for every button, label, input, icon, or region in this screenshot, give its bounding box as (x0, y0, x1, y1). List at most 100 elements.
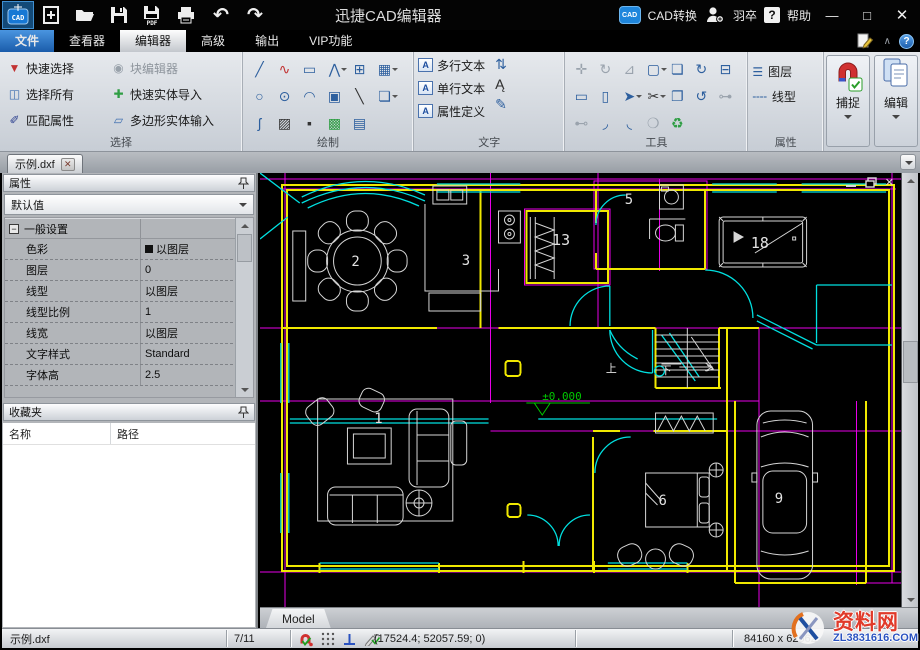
tray2-icon[interactable]: ▯ (601, 89, 609, 103)
undo-tool-icon[interactable]: ↺ (695, 89, 707, 103)
pick-icon[interactable]: ➤ (623, 89, 635, 103)
maximize-button[interactable]: □ (853, 8, 881, 23)
tab-close-icon[interactable]: ✕ (61, 158, 75, 171)
open-file-button[interactable] (68, 0, 102, 30)
cad-convert-button[interactable]: CAD转换 (648, 7, 697, 24)
edit-button[interactable]: 编辑 (874, 55, 918, 147)
match-properties-button[interactable]: ✐匹配属性 (4, 112, 108, 129)
property-row-textheight[interactable]: 字体高2.5 (5, 365, 253, 386)
ellipse-icon[interactable]: ⊙ (279, 89, 291, 103)
property-row-layer[interactable]: 图层0 (5, 260, 253, 281)
rotate-ref-icon[interactable]: ↻ (695, 62, 707, 76)
tab-vip[interactable]: VIP功能 (294, 30, 367, 52)
trim-icon[interactable]: ✂ (647, 89, 659, 103)
region-icon[interactable]: ❏ (378, 89, 391, 103)
duplicate-icon[interactable]: ❐ (671, 89, 684, 103)
help-button[interactable]: 帮助 (787, 7, 811, 24)
array-icon[interactable]: ▢ (647, 62, 660, 76)
pin-icon[interactable] (238, 406, 249, 419)
column-path[interactable]: 路径 (111, 423, 255, 444)
rotate-icon[interactable]: ↻ (599, 62, 611, 76)
user-name[interactable]: 羽卒 (733, 7, 757, 24)
canvas-scroll-down-icon[interactable] (902, 592, 919, 607)
favorites-list[interactable] (3, 445, 255, 627)
ortho-status-icon[interactable] (342, 632, 357, 646)
canvas-scroll-up-icon[interactable] (902, 173, 919, 188)
section-row[interactable]: −一般设置 (5, 218, 253, 239)
mirror-icon[interactable]: ⊿ (623, 62, 635, 76)
circle-icon[interactable]: ○ (255, 89, 263, 103)
tab-advanced[interactable]: 高级 (186, 30, 240, 52)
image-icon[interactable]: ▩ (328, 116, 341, 130)
canvas-scroll-thumb[interactable] (903, 341, 918, 383)
dim2-icon[interactable]: ⊷ (574, 116, 588, 130)
select-all-button[interactable]: ◫选择所有 (4, 86, 108, 103)
line-icon[interactable]: ╱ (255, 62, 263, 76)
polygon-entity-input-button[interactable]: ▱多边形实体输入 (108, 112, 242, 129)
help-icon[interactable]: ? (764, 7, 780, 23)
attribute-define-button[interactable]: A属性定义 (418, 101, 485, 121)
redo-button[interactable]: ↷ (238, 0, 272, 30)
close-button[interactable]: ✕ (888, 6, 916, 24)
scroll-up-icon[interactable] (236, 218, 253, 233)
mdi-minimize-icon[interactable] (845, 178, 857, 188)
thick-line-icon[interactable]: ╲ (355, 89, 363, 103)
multiline-text-button[interactable]: A多行文本 (418, 55, 485, 75)
snap-dropdown-icon[interactable] (844, 115, 852, 123)
undo-button[interactable]: ↶ (204, 0, 238, 30)
quick-entity-import-button[interactable]: ✚快速实体导入 (108, 86, 242, 103)
scroll-down-icon[interactable] (236, 382, 253, 397)
table-icon[interactable]: ▤ (353, 116, 366, 130)
sketch-icon[interactable]: ∿ (279, 62, 291, 76)
floorplan-svg[interactable]: 2 3 13 5 18 1 6 9 上 下 ±0.000 (260, 173, 901, 607)
rectangle-icon[interactable]: ▭ (303, 62, 316, 76)
draft-style-icon[interactable] (856, 33, 876, 49)
purge-icon[interactable]: ♻ (671, 116, 684, 130)
pin-icon[interactable] (238, 177, 249, 190)
mdi-close-icon[interactable]: ✕ (885, 176, 894, 189)
save-as-pdf-button[interactable]: PDF (136, 0, 170, 30)
chamfer-icon[interactable]: ◟ (627, 116, 632, 130)
canvas-vertical-scrollbar[interactable] (901, 173, 918, 607)
user-icon[interactable] (704, 5, 726, 25)
property-row-textstyle[interactable]: 文字样式Standard (5, 344, 253, 365)
tray-icon[interactable]: ▭ (575, 89, 588, 103)
grid-status-icon[interactable] (321, 632, 335, 646)
save-button[interactable] (102, 0, 136, 30)
text-style-icon[interactable]: Ą (495, 77, 507, 91)
snap-button[interactable]: 捕捉 (826, 55, 870, 147)
tab-viewer[interactable]: 查看器 (54, 30, 120, 52)
tab-list-chevron-icon[interactable] (900, 154, 916, 170)
fillet-icon[interactable]: ◞ (603, 116, 608, 130)
tab-output[interactable]: 输出 (240, 30, 294, 52)
property-row-ltscale[interactable]: 线型比例1 (5, 302, 253, 323)
column-name[interactable]: 名称 (3, 423, 111, 444)
tab-file[interactable]: 文件 (0, 30, 54, 52)
collapse-icon[interactable]: − (9, 224, 19, 234)
layers-button[interactable]: ☰图层 (752, 63, 819, 80)
new-file-button[interactable] (34, 0, 68, 30)
offset-icon[interactable]: ⊟ (719, 62, 731, 76)
quick-select-button[interactable]: ▼快速选择 (4, 60, 108, 77)
bubbles-icon[interactable]: ❍ (647, 116, 660, 130)
move-icon[interactable]: ✛ (575, 62, 587, 76)
property-scrollbar[interactable] (235, 218, 253, 397)
quick-help-icon[interactable]: ? (899, 34, 914, 49)
scroll-thumb[interactable] (237, 234, 252, 262)
point-icon[interactable]: ▪ (307, 116, 312, 130)
print-button[interactable] (170, 0, 204, 30)
app-logo-icon[interactable]: CAD (2, 1, 34, 29)
minimize-button[interactable]: — (818, 8, 846, 23)
insert-block-icon[interactable]: ⊞ (354, 62, 366, 76)
copy-object-icon[interactable]: ▣ (328, 89, 341, 103)
boundary-icon[interactable]: ▦ (378, 62, 391, 76)
singleline-text-button[interactable]: A单行文本 (418, 78, 485, 98)
polyline-icon[interactable]: ⋀ (329, 62, 340, 76)
mdi-restore-icon[interactable] (865, 177, 877, 188)
block-editor-button[interactable]: ◉块编辑器 (108, 60, 242, 77)
property-row-lineweight[interactable]: 线宽以图层 (5, 323, 253, 344)
text-align-icon[interactable]: ⇅ (495, 57, 507, 71)
text-edit-icon[interactable]: ✎ (495, 97, 507, 111)
arc-icon[interactable]: ◠ (303, 89, 315, 103)
dim1-icon[interactable]: ⊶ (718, 89, 732, 103)
